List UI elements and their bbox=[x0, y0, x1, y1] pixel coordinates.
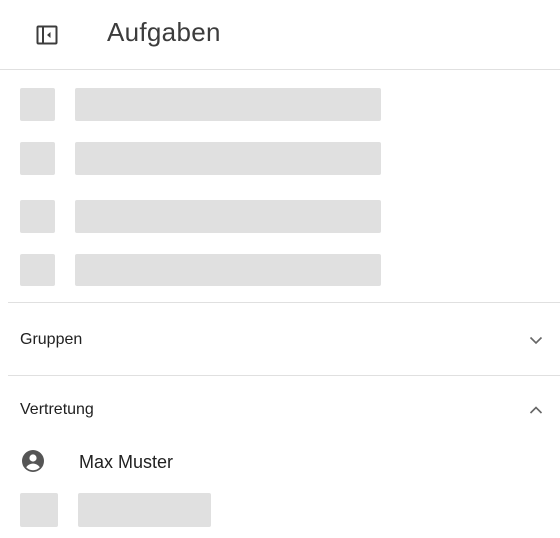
skeleton-icon-placeholder bbox=[20, 493, 58, 527]
chevron-up-icon bbox=[528, 402, 544, 418]
page-title: Aufgaben bbox=[107, 17, 221, 47]
skeleton-text-placeholder bbox=[78, 493, 211, 527]
sidebar-toggle-button[interactable] bbox=[30, 18, 64, 52]
skeleton-text-placeholder bbox=[75, 88, 381, 121]
groups-section-label: Gruppen bbox=[20, 331, 83, 348]
app-header: Aufgaben bbox=[0, 0, 560, 70]
list-item-person[interactable]: Max Muster bbox=[0, 444, 560, 478]
skeleton-text-placeholder bbox=[75, 142, 381, 175]
sidebar-toggle-icon bbox=[36, 25, 58, 45]
groups-section-header[interactable]: Gruppen bbox=[0, 322, 560, 358]
substitution-section-header[interactable]: Vertretung bbox=[0, 392, 560, 428]
skeleton-icon-placeholder bbox=[20, 88, 55, 121]
divider bbox=[8, 302, 560, 303]
skeleton-icon-placeholder bbox=[20, 254, 55, 286]
chevron-down-icon bbox=[528, 332, 544, 348]
account-circle-icon bbox=[22, 450, 44, 472]
skeleton-icon-placeholder bbox=[20, 142, 55, 175]
skeleton-text-placeholder bbox=[75, 200, 381, 233]
skeleton-text-placeholder bbox=[75, 254, 381, 286]
divider bbox=[8, 375, 560, 376]
skeleton-icon-placeholder bbox=[20, 200, 55, 233]
substitution-section-label: Vertretung bbox=[20, 401, 94, 418]
person-name: Max Muster bbox=[79, 452, 174, 472]
